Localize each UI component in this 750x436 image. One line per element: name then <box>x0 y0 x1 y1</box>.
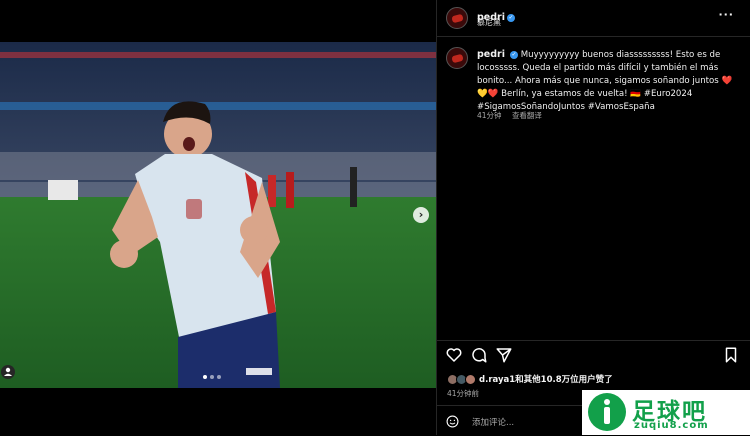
carousel-next-button[interactable]: › <box>413 207 429 223</box>
author-avatar[interactable] <box>446 7 468 29</box>
caption-avatar[interactable] <box>446 47 468 69</box>
carousel-dot <box>217 375 221 379</box>
likes-summary[interactable]: d.raya1和其他10.8万位用户赞了 <box>447 373 613 385</box>
caption-username[interactable]: pedri <box>477 49 505 60</box>
post-time-ago: 41分钟前 <box>447 389 480 398</box>
comment-button[interactable] <box>470 346 488 364</box>
user-tag-icon <box>4 367 12 376</box>
user-tag-button[interactable] <box>1 365 15 379</box>
more-horizontal-icon: ··· <box>718 8 734 21</box>
post-side-panel: pedri ✓ 慕尼黑 ··· pedri ✓ Muyyyyyyyyy buenos… <box>437 0 750 435</box>
caption-text: Muyyyyyyyyy buenos diasssssssss! Esto es… <box>477 50 733 112</box>
actions-divider <box>437 340 750 341</box>
more-options-button[interactable]: ··· <box>718 8 734 21</box>
like-button[interactable] <box>445 346 463 364</box>
avatar <box>465 373 476 385</box>
share-icon <box>496 348 512 363</box>
likes-text: d.raya1和其他10.8万位用户赞了 <box>479 375 613 385</box>
verified-icon: ✓ <box>510 51 518 59</box>
see-translation-link[interactable]: 查看翻译 <box>512 111 542 120</box>
post-location[interactable]: 慕尼黑 <box>477 17 501 28</box>
post-photo <box>0 42 436 388</box>
chevron-right-icon: › <box>418 208 424 221</box>
post-header: pedri ✓ 慕尼黑 ··· <box>437 0 750 37</box>
verified-icon: ✓ <box>507 14 515 22</box>
post-image[interactable] <box>0 42 436 388</box>
comment-input[interactable]: 添加评论... <box>472 416 514 428</box>
carousel-dots <box>203 375 221 379</box>
watermark-logo-icon <box>588 393 626 431</box>
comment-icon <box>472 348 487 363</box>
bookmark-icon <box>725 347 737 363</box>
emoji-icon[interactable] <box>446 415 459 428</box>
share-button[interactable] <box>495 346 513 364</box>
carousel-dot <box>203 375 207 379</box>
post-caption: pedri ✓ Muyyyyyyyyy buenos diasssssssss! … <box>477 48 739 114</box>
caption-meta: 41分钟 查看翻译 <box>477 110 550 121</box>
watermark: 足球吧 zuqiu8.com <box>582 390 750 435</box>
liker-avatars <box>447 373 477 385</box>
save-button[interactable] <box>722 346 740 364</box>
watermark-url: zuqiu8.com <box>634 420 709 431</box>
caption-time: 41分钟 <box>477 111 502 120</box>
carousel-dot <box>210 375 214 379</box>
heart-icon <box>446 348 462 362</box>
